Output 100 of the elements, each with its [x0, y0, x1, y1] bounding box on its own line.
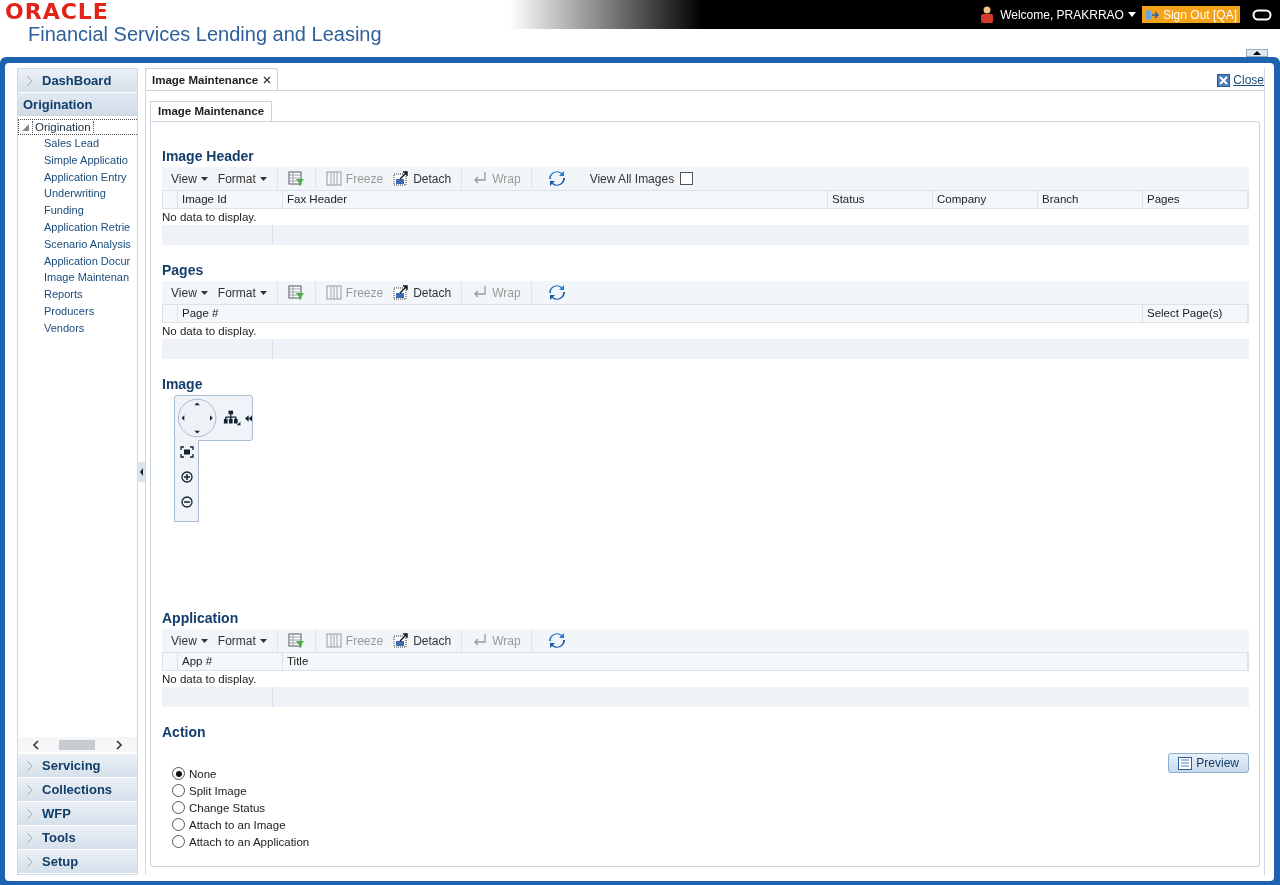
horizontal-scrollbar[interactable] [18, 737, 137, 752]
column-header[interactable]: Company [933, 191, 1038, 208]
menu-button[interactable]: Format [217, 285, 267, 300]
radio-button[interactable] [172, 767, 185, 780]
radio-label[interactable]: Change Status [189, 801, 266, 814]
radio-label[interactable]: Split Image [189, 784, 247, 797]
tree-item[interactable]: Application Entry [18, 168, 137, 186]
tree-item[interactable]: Image Maintenan [18, 269, 137, 287]
columns-icon [325, 285, 342, 300]
empty-message: No data to display. [162, 324, 258, 339]
expanded-icon[interactable] [22, 123, 29, 131]
column-header[interactable]: Status [828, 191, 933, 208]
menu-button[interactable]: Format [217, 171, 267, 186]
section-heading: Application [162, 609, 240, 627]
return-arrow-icon [472, 633, 489, 648]
caret-icon [200, 290, 208, 295]
user-menu[interactable]: Welcome, PRAKRRAO [1000, 7, 1136, 22]
document-icon [1178, 756, 1193, 770]
preview-button[interactable]: Preview [1168, 753, 1249, 773]
detach-icon [393, 171, 410, 186]
accordion-header[interactable]: WFP [18, 802, 137, 826]
caret-icon [200, 176, 208, 181]
detach-button[interactable]: Detach [393, 285, 452, 300]
accordion-header[interactable]: Servicing [18, 754, 137, 778]
sign-out-icon [1144, 8, 1159, 21]
filter-icon[interactable] [287, 170, 305, 187]
empty-message: No data to display. [162, 672, 258, 687]
scroll-right-icon[interactable] [114, 739, 123, 750]
refresh-icon[interactable] [547, 632, 566, 649]
tree-item[interactable]: Simple Applicatio [18, 151, 137, 169]
accordion-header[interactable]: Setup [18, 850, 137, 874]
oracle-logo: ORACLE [5, 2, 110, 22]
menu-button[interactable]: View [171, 633, 208, 648]
detach-button[interactable]: Detach [393, 171, 452, 186]
caret-icon [1127, 12, 1136, 17]
caret-icon [259, 290, 267, 295]
column-header[interactable]: Branch [1038, 191, 1143, 208]
accordion-header[interactable]: Origination [18, 93, 137, 117]
menu-button[interactable]: View [171, 285, 208, 300]
collapse-header-button[interactable] [1246, 49, 1268, 57]
tree-item[interactable]: Scenario Analysis [18, 235, 137, 253]
refresh-icon[interactable] [547, 170, 566, 187]
checkbox[interactable] [680, 172, 694, 185]
filter-icon[interactable] [287, 632, 305, 649]
radio-button[interactable] [172, 835, 185, 848]
radio-label[interactable]: Attach to an Image [189, 818, 286, 831]
column-header[interactable]: Title [283, 653, 1248, 670]
column-header[interactable]: Image Id [178, 191, 283, 208]
tree-item[interactable]: Vendors [18, 319, 137, 337]
menu-button[interactable]: Format [217, 633, 267, 648]
radio-label[interactable]: None [189, 767, 217, 780]
detach-icon [393, 633, 410, 648]
tree-item[interactable]: Producers [18, 302, 137, 320]
document-tab[interactable]: Image Maintenance [145, 68, 279, 90]
accordion-header[interactable]: Collections [18, 778, 137, 802]
column-header[interactable]: Pages [1143, 191, 1248, 208]
close-link[interactable]: Close [1217, 73, 1264, 87]
column-header[interactable]: Fax Header [283, 191, 828, 208]
chevron-icon [26, 759, 34, 772]
scroll-left-icon[interactable] [32, 739, 40, 750]
section-heading: Pages [162, 261, 205, 279]
zoom-fit-icon[interactable] [179, 446, 194, 458]
radio-button[interactable] [172, 801, 185, 814]
sub-tab[interactable]: Image Maintenance [150, 101, 273, 121]
tree-item[interactable]: Reports [18, 286, 137, 303]
tree-item[interactable]: Application Retrie [18, 219, 137, 236]
section-heading: Action [162, 723, 207, 741]
radio-label[interactable]: Attach to an Application [189, 835, 310, 848]
zoom-out-icon[interactable] [180, 496, 193, 508]
chevron-icon [26, 74, 34, 87]
detach-icon [393, 285, 410, 300]
filter-icon[interactable] [287, 284, 305, 301]
radio-button[interactable] [172, 784, 185, 797]
collapse-icon[interactable] [244, 414, 252, 422]
collapse-sidebar-handle[interactable] [137, 461, 145, 482]
view-all-images-label: View All Images [589, 171, 675, 186]
accordion-header[interactable]: DashBoard [18, 69, 137, 93]
tree-item[interactable]: Application Docur [18, 252, 137, 270]
menu-button[interactable]: View [171, 171, 208, 186]
caret-icon [200, 638, 208, 643]
refresh-icon[interactable] [547, 284, 566, 301]
accordion-header[interactable]: Tools [18, 826, 137, 850]
chevron-icon [26, 855, 34, 868]
tree-item[interactable]: Underwriting [18, 185, 137, 203]
tree-item[interactable]: Sales Lead [18, 135, 137, 152]
tree-item[interactable]: Funding [18, 202, 137, 219]
chevron-icon [26, 831, 34, 844]
return-arrow-icon [472, 171, 489, 186]
zoom-in-icon[interactable] [180, 471, 193, 483]
detach-button[interactable]: Detach [393, 633, 452, 648]
column-header[interactable]: App # [178, 653, 283, 670]
section-heading: Image Header [162, 147, 255, 165]
column-header[interactable]: Page # [178, 305, 1143, 322]
user-icon [980, 5, 995, 24]
radio-button[interactable] [172, 818, 185, 831]
close-icon[interactable] [263, 75, 272, 84]
column-header[interactable]: Select Page(s) [1143, 305, 1248, 322]
return-arrow-icon [472, 285, 489, 300]
caret-icon [259, 638, 267, 643]
hierarchy-icon[interactable] [223, 410, 242, 426]
